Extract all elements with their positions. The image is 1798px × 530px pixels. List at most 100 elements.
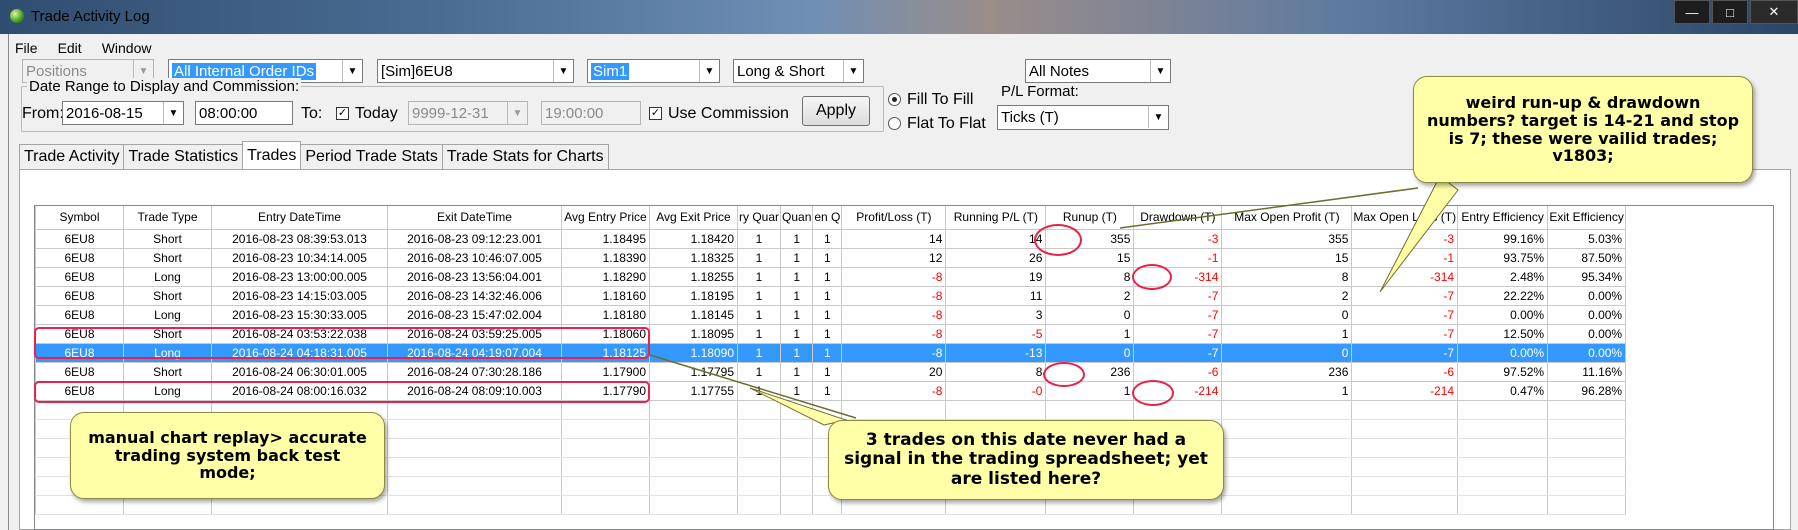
table-cell: 2016-08-23 14:32:46.006: [387, 285, 562, 306]
column-header[interactable]: Entry Efficiency: [1457, 206, 1549, 230]
tab-period-trade-stats[interactable]: Period Trade Stats: [300, 144, 443, 169]
table-cell: 1: [736, 380, 782, 401]
table-row[interactable]: 6EU8 Long 2016-08-23 15:30:33.005 2016-08-2…: [35, 304, 1627, 325]
empty-cell: [812, 399, 843, 420]
apply-button[interactable]: Apply: [802, 96, 870, 126]
date-range-label: Date Range to Display and Commission:: [27, 78, 302, 95]
column-header[interactable]: Running P/L (T): [945, 206, 1047, 230]
table-cell: 2: [1045, 285, 1135, 306]
tab-trade-statistics[interactable]: Trade Statistics: [123, 144, 244, 169]
table-cell: 1: [1221, 323, 1353, 344]
empty-cell: [1351, 475, 1459, 496]
table-cell: -7: [1133, 304, 1223, 325]
empty-cell: [1221, 475, 1353, 496]
instrument-value: [Sim]6EU8: [381, 63, 453, 80]
from-time-input[interactable]: 08:00:00: [195, 101, 293, 125]
empty-cell: [387, 475, 562, 496]
empty-cell: [1547, 456, 1627, 477]
column-header[interactable]: Max Open Loss (T): [1351, 206, 1459, 230]
column-header[interactable]: Max Open Profit (T): [1221, 206, 1353, 230]
table-cell: 1: [736, 323, 782, 344]
empty-cell: [561, 437, 650, 458]
table-cell: 0: [1221, 342, 1353, 363]
empty-cell: [1351, 399, 1459, 420]
tab-trade-stats-for-charts[interactable]: Trade Stats for Charts: [441, 144, 609, 169]
column-header[interactable]: Drawdown (T): [1133, 206, 1223, 230]
close-button[interactable]: ✕: [1750, 0, 1798, 24]
minimize-button[interactable]: —: [1674, 0, 1710, 24]
empty-cell: [561, 494, 650, 515]
instrument-select[interactable]: [Sim]6EU8 ▼: [377, 59, 574, 83]
table-cell: 87.50%: [1547, 247, 1627, 268]
empty-cell: [945, 399, 1047, 420]
tab-trades[interactable]: Trades: [242, 141, 302, 169]
empty-cell: [1457, 418, 1549, 439]
empty-cell: [1351, 456, 1459, 477]
chevron-down-icon: ▼: [342, 60, 362, 82]
table-cell: 0.00%: [1547, 304, 1627, 325]
flat-to-flat-radio[interactable]: [888, 117, 901, 130]
column-header[interactable]: Exit DateTime: [387, 206, 562, 230]
table-cell: 1: [736, 247, 782, 268]
table-cell: 1.17900: [561, 361, 650, 382]
column-header[interactable]: Exit Efficiency: [1547, 206, 1627, 230]
empty-cell: [1547, 418, 1627, 439]
table-cell: 2016-08-24 06:30:01.005: [211, 361, 388, 382]
table-cell: 11.16%: [1547, 361, 1627, 382]
column-header[interactable]: en Q: [812, 206, 843, 230]
table-row[interactable]: 6EU8 Long 2016-08-23 13:00:00.005 2016-08-2…: [35, 266, 1627, 287]
column-header[interactable]: Symbol: [35, 206, 124, 230]
column-header[interactable]: Avg Entry Price: [561, 206, 650, 230]
to-time-input[interactable]: 19:00:00: [541, 101, 641, 125]
account-select[interactable]: Sim1 ▼: [587, 59, 720, 83]
column-header[interactable]: Profit/Loss (T): [841, 206, 947, 230]
today-label: Today: [355, 105, 398, 122]
empty-cell: [649, 399, 738, 420]
table-cell: -7: [1133, 342, 1223, 363]
from-time-value: 08:00:00: [199, 105, 258, 122]
table-row[interactable]: 6EU8 Short 2016-08-23 14:15:03.005 2016-08-…: [35, 285, 1627, 306]
table-cell: -5: [945, 323, 1047, 344]
table-cell: 97.52%: [1457, 361, 1549, 382]
today-checkbox[interactable]: ✓: [336, 107, 349, 120]
to-time-value: 19:00:00: [545, 105, 604, 122]
empty-cell: [780, 494, 814, 515]
column-header[interactable]: Entry DateTime: [211, 206, 388, 230]
from-date-picker[interactable]: 2016-08-15 ▼: [62, 101, 184, 125]
use-commission-checkbox[interactable]: ✓: [649, 107, 662, 120]
table-cell: 1: [780, 247, 814, 268]
table-row[interactable]: 6EU8 Short 2016-08-23 10:34:14.005 2016-08-…: [35, 247, 1627, 268]
column-header[interactable]: Trade Type: [123, 206, 212, 230]
table-cell: 22.22%: [1457, 285, 1549, 306]
table-row[interactable]: 6EU8 Short 2016-08-23 08:39:53.013 2016-08-…: [35, 228, 1627, 249]
table-cell: 2016-08-24 07:30:28.186: [387, 361, 562, 382]
maximize-button[interactable]: □: [1712, 0, 1748, 24]
menu-edit[interactable]: Edit: [56, 38, 84, 58]
pl-format-select[interactable]: Ticks (T) ▼: [997, 105, 1169, 130]
fill-to-fill-radio[interactable]: [888, 93, 901, 106]
to-date-picker[interactable]: 9999-12-31 ▼: [408, 101, 528, 125]
table-cell: 2016-08-23 10:34:14.005: [211, 247, 388, 268]
table-cell: 14: [841, 228, 947, 249]
menu-file[interactable]: File: [13, 38, 40, 58]
notes-select[interactable]: All Notes ▼: [1025, 59, 1171, 83]
table-cell: 12.50%: [1457, 323, 1549, 344]
column-header[interactable]: Quan: [780, 206, 814, 230]
tab-trade-activity[interactable]: Trade Activity: [19, 144, 125, 169]
menu-window[interactable]: Window: [100, 38, 154, 58]
table-cell: Short: [123, 228, 212, 249]
table-cell: 2016-08-23 09:12:23.001: [387, 228, 562, 249]
table-cell: -13: [945, 342, 1047, 363]
table-cell: 6EU8: [35, 247, 124, 268]
table-cell: Short: [123, 361, 212, 382]
column-header[interactable]: Avg Exit Price: [649, 206, 738, 230]
table-cell: 2.48%: [1457, 266, 1549, 287]
table-cell: 1: [736, 361, 782, 382]
table-cell: 15: [1221, 247, 1353, 268]
table-cell: 11: [945, 285, 1047, 306]
table-row[interactable]: 6EU8 Short 2016-08-24 06:30:01.005 2016-08-…: [35, 361, 1627, 382]
column-header[interactable]: ry Quar: [736, 206, 782, 230]
table-cell: -1: [1351, 247, 1459, 268]
side-select[interactable]: Long & Short ▼: [733, 59, 864, 83]
empty-cell: [1351, 418, 1459, 439]
